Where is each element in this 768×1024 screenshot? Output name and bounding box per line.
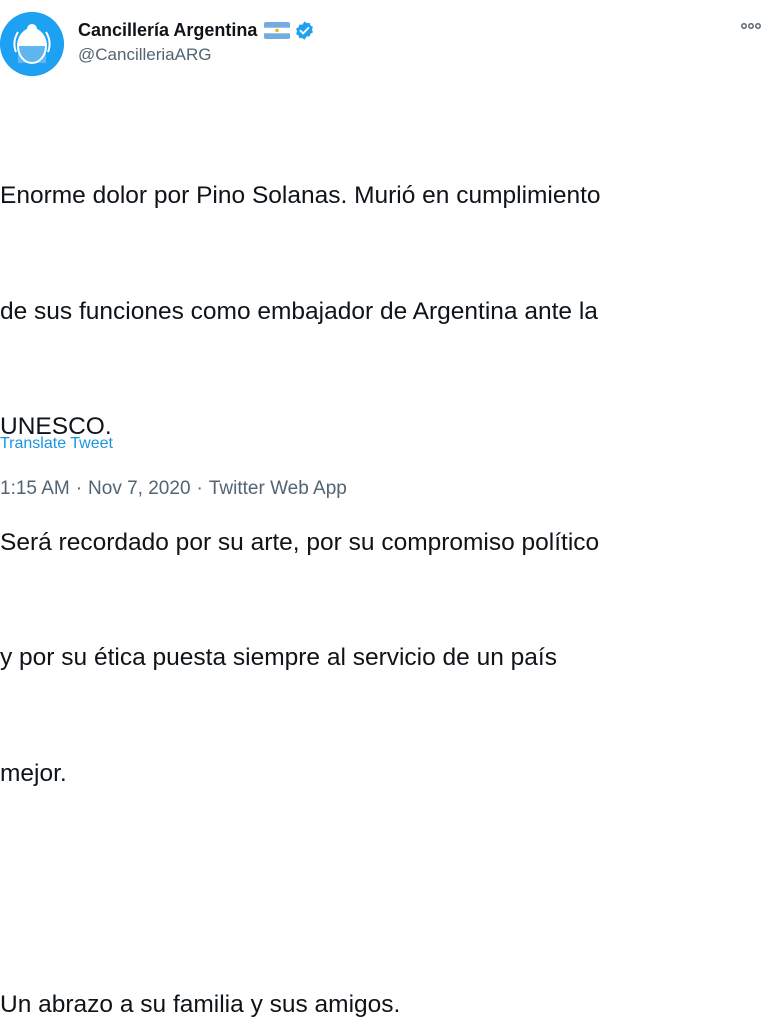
- author-row: Cancillería Argentina: [78, 18, 315, 42]
- tweet-line: mejor.: [0, 755, 768, 794]
- tweet-line: Será recordado por su arte, por su compr…: [0, 524, 768, 563]
- tweet-line: de sus funciones como embajador de Argen…: [0, 293, 768, 332]
- separator: ·: [70, 478, 88, 499]
- tweet-line: Enorme dolor por Pino Solanas. Murió en …: [0, 177, 768, 216]
- separator: ·: [191, 478, 209, 499]
- argentina-coat-of-arms-icon: [0, 12, 64, 76]
- tweet-time[interactable]: 1:15 AM: [0, 478, 70, 499]
- tweet-source[interactable]: Twitter Web App: [209, 478, 347, 499]
- avatar[interactable]: [0, 12, 64, 76]
- tweet-text: Enorme dolor por Pino Solanas. Murió en …: [0, 100, 768, 1024]
- argentina-flag-icon: [264, 22, 290, 39]
- user-handle[interactable]: @CancilleriaARG: [78, 45, 211, 65]
- tweet-line: Un abrazo a su familia y sus amigos.: [0, 986, 768, 1024]
- display-name[interactable]: Cancillería Argentina: [78, 20, 257, 41]
- tweet-line: UNESCO.: [0, 408, 768, 447]
- tweet-metadata: 1:15 AM·Nov 7, 2020·Twitter Web App: [0, 478, 347, 500]
- tweet-date[interactable]: Nov 7, 2020: [88, 478, 190, 499]
- translate-tweet-link[interactable]: Translate Tweet: [0, 435, 113, 453]
- more-options-icon[interactable]: [740, 18, 762, 34]
- tweet-line: y por su ética puesta siempre al servici…: [0, 639, 768, 678]
- tweet-line-blank: ​: [0, 870, 768, 909]
- verified-badge-icon: [294, 20, 315, 41]
